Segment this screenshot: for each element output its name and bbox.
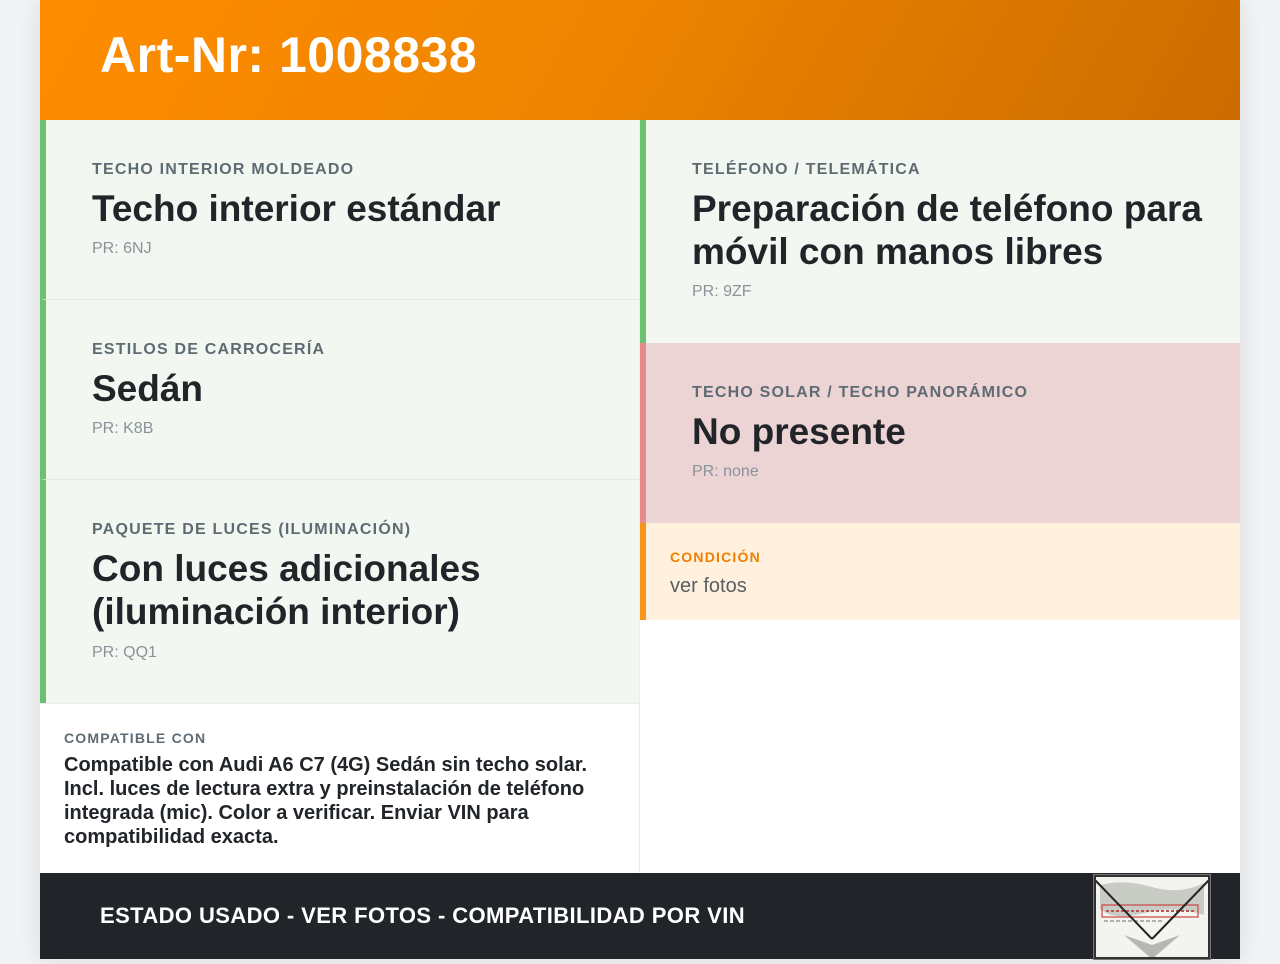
feature-pr-code: PR: none bbox=[692, 463, 759, 480]
right-column: TELÉFONO / TELEMÁTICA Preparación de tel… bbox=[640, 120, 1240, 620]
feature-pr-code: PR: QQ1 bbox=[92, 644, 157, 661]
article-number-title: Art-Nr: 1008838 bbox=[100, 27, 478, 83]
feature-card-telephone: TELÉFONO / TELEMÁTICA Preparación de tel… bbox=[640, 120, 1240, 343]
left-column: TECHO INTERIOR MOLDEADO Techo interior e… bbox=[40, 120, 639, 874]
feature-value: No presente bbox=[692, 411, 906, 452]
footer-text: ESTADO USADO - VER FOTOS - COMPATIBILIDA… bbox=[100, 903, 745, 928]
compatibility-section: COMPATIBLE CON Compatible con Audi A6 C7… bbox=[40, 703, 639, 874]
feature-category: TELÉFONO / TELEMÁTICA bbox=[692, 161, 921, 178]
feature-pr-code: PR: 9ZF bbox=[692, 283, 752, 300]
feature-pr-code: PR: 6NJ bbox=[92, 240, 152, 257]
condition-label: CONDICIÓN bbox=[670, 549, 761, 565]
feature-pr-code: PR: K8B bbox=[92, 420, 154, 437]
footer-bar: ESTADO USADO - VER FOTOS - COMPATIBILIDA… bbox=[40, 873, 1240, 960]
feature-value: Con luces adicionales (iluminación inter… bbox=[92, 548, 481, 632]
feature-value: Preparación de teléfono para móvil con m… bbox=[692, 188, 1202, 272]
part-label-thumbnail[interactable] bbox=[1093, 874, 1211, 960]
condition-note: CONDICIÓN ver fotos bbox=[640, 523, 1240, 620]
spec-sheet: Art-Nr: 1008838 TECHO INTERIOR MOLDEADO … bbox=[40, 0, 1240, 960]
condition-text: ver fotos bbox=[670, 575, 747, 597]
compatibility-text: Compatible con Audi A6 C7 (4G) Sedán sin… bbox=[64, 754, 588, 848]
feature-category: TECHO SOLAR / TECHO PANORÁMICO bbox=[692, 384, 1029, 401]
feature-card-sunroof: TECHO SOLAR / TECHO PANORÁMICO No presen… bbox=[640, 343, 1240, 523]
feature-card-headliner: TECHO INTERIOR MOLDEADO Techo interior e… bbox=[40, 120, 639, 300]
feature-value: Techo interior estándar bbox=[92, 188, 501, 229]
feature-card-lighting: PAQUETE DE LUCES (ILUMINACIÓN) Con luces… bbox=[40, 480, 639, 704]
label-photo-icon bbox=[1093, 875, 1211, 959]
compatibility-label: COMPATIBLE CON bbox=[64, 730, 207, 746]
feature-category: ESTILOS DE CARROCERÍA bbox=[92, 341, 326, 358]
feature-card-body-style: ESTILOS DE CARROCERÍA Sedán PR: K8B bbox=[40, 300, 639, 480]
feature-category: PAQUETE DE LUCES (ILUMINACIÓN) bbox=[92, 521, 412, 538]
feature-value: Sedán bbox=[92, 368, 204, 409]
feature-category: TECHO INTERIOR MOLDEADO bbox=[92, 161, 355, 178]
header-banner: Art-Nr: 1008838 bbox=[40, 0, 1240, 120]
